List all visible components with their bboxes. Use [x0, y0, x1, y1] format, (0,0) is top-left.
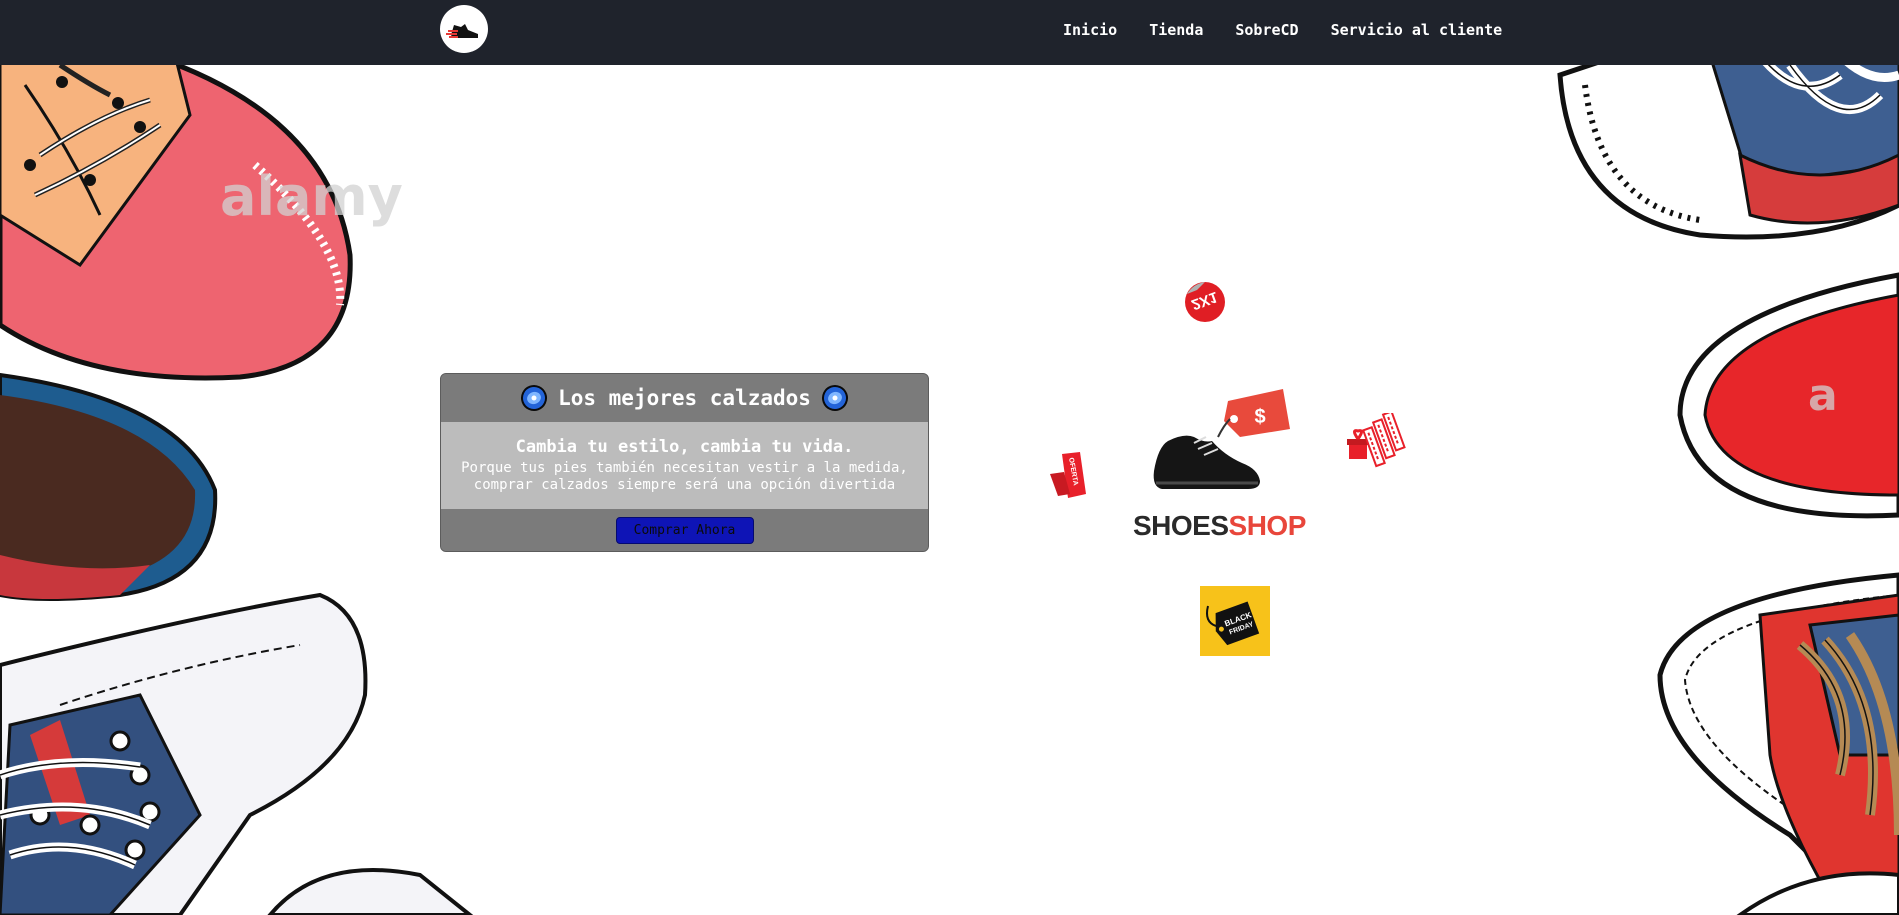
shoe-sale-icon: $	[1153, 389, 1290, 489]
nav-link-tienda[interactable]: Tienda	[1149, 21, 1203, 39]
eye-icon	[821, 385, 848, 411]
shoesshop-brand: SHOESSHOP	[1133, 510, 1306, 542]
background-sneakers-right	[1557, 55, 1899, 915]
comprar-ahora-button[interactable]: Comprar Ahora	[615, 516, 754, 544]
brand-part-shoes: SHOES	[1133, 510, 1229, 541]
watermark-alamy: alamy	[220, 165, 403, 228]
oferta-tag-icon: OFERTA	[1050, 452, 1086, 498]
nav-link-inicio[interactable]: Inicio	[1063, 21, 1117, 39]
watermark-alamy: a	[1808, 370, 1838, 421]
brand-part-shop: SHOP	[1228, 510, 1307, 541]
eye-icon	[521, 385, 548, 411]
hero-header: Los mejores calzados	[441, 374, 928, 422]
hero-title: Los mejores calzados	[558, 386, 811, 410]
nav-link-sobrecd[interactable]: SobreCD	[1235, 21, 1298, 39]
dollar-sign: $	[1254, 406, 1265, 428]
hero-subtitle: Cambia tu estilo, cambia tu vida.	[515, 437, 854, 457]
hero-text-line-2: comprar calzados siempre será una opción…	[473, 477, 896, 493]
shoe-logo-icon[interactable]	[440, 5, 488, 53]
hero-card: Los mejores calzados Cambia tu estilo, c…	[440, 373, 929, 552]
gift-sale-tags-icon	[1347, 413, 1406, 468]
hero-text-line-1: Porque tus pies también necesitan vestir…	[461, 460, 908, 476]
hero-footer: Comprar Ahora	[441, 509, 928, 551]
hero-body: Cambia tu estilo, cambia tu vida. Porque…	[441, 422, 928, 509]
nav-links: Inicio Tienda SobreCD Servicio al client…	[1063, 0, 1534, 60]
nav-link-servicio-al-cliente[interactable]: Servicio al cliente	[1331, 21, 1503, 39]
black-friday-tag-icon: BLACK FRIDAY	[1200, 586, 1270, 656]
navbar: Inicio Tienda SobreCD Servicio al client…	[0, 0, 1899, 65]
2x1-badge-icon: 2X1	[1185, 282, 1225, 322]
